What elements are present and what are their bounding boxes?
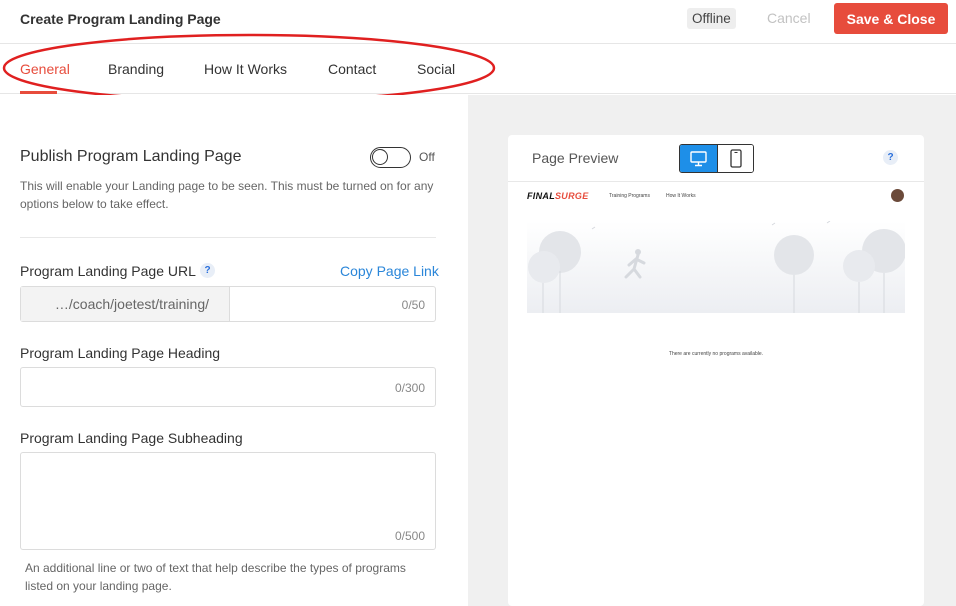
subheading-textarea[interactable]: 0/500	[20, 452, 436, 550]
mini-nav-how-it-works: How It Works	[666, 193, 696, 199]
subheading-counter: 0/500	[394, 529, 425, 543]
preview-card: Page Preview ? FINALSURGE Training Progr…	[508, 135, 924, 606]
url-input-group: …/coach/joetest/training/ 0/50	[20, 286, 436, 322]
publish-description: This will enable your Landing page to be…	[20, 179, 434, 211]
save-close-button[interactable]: Save & Close	[834, 3, 948, 34]
mobile-icon	[730, 149, 742, 168]
url-help-icon[interactable]: ?	[200, 263, 215, 278]
desktop-view-button[interactable]	[680, 145, 717, 172]
heading-counter: 0/300	[394, 381, 425, 395]
copy-page-link[interactable]: Copy Page Link	[340, 263, 439, 279]
tab-contact[interactable]: Contact	[328, 61, 376, 77]
preview-divider	[508, 181, 924, 182]
mini-logo-surge: SURGE	[555, 191, 589, 201]
url-prefix: …/coach/joetest/training/	[21, 287, 230, 321]
mini-nav-training: Training Programs	[609, 193, 650, 199]
page-title: Create Program Landing Page	[20, 11, 221, 27]
subheading-description: An additional line or two of text that h…	[25, 561, 406, 593]
header-bar: Create Program Landing Page Offline Canc…	[0, 0, 956, 44]
url-field-label: Program Landing Page URL	[20, 263, 196, 279]
hero-illustration	[527, 221, 905, 313]
cancel-button[interactable]: Cancel	[767, 10, 811, 26]
mini-logo-final: FINAL	[527, 191, 555, 201]
mini-avatar	[891, 189, 904, 202]
device-toggle	[679, 144, 754, 173]
toggle-state-label: Off	[419, 150, 435, 164]
mobile-view-button[interactable]	[717, 145, 753, 172]
toggle-knob	[372, 149, 388, 165]
tab-general[interactable]: General	[20, 61, 70, 77]
tab-branding[interactable]: Branding	[108, 61, 164, 77]
preview-panel: Page Preview ? FINALSURGE Training Progr…	[468, 95, 956, 606]
tab-bar: General Branding How It Works Contact So…	[0, 44, 956, 94]
preview-title: Page Preview	[532, 150, 619, 166]
publish-title: Publish Program Landing Page	[20, 148, 242, 165]
publish-toggle[interactable]	[370, 147, 411, 168]
status-badge: Offline	[687, 8, 736, 29]
active-tab-indicator	[20, 91, 57, 94]
mini-logo: FINALSURGE	[527, 191, 589, 201]
mini-empty-message: There are currently no programs availabl…	[668, 351, 764, 357]
section-divider	[20, 237, 436, 238]
url-counter: 0/50	[401, 298, 425, 312]
form-panel: Publish Program Landing Page Off This wi…	[0, 95, 468, 606]
heading-input[interactable]: 0/300	[20, 367, 436, 407]
tab-how-it-works[interactable]: How It Works	[204, 61, 287, 77]
heading-field-label: Program Landing Page Heading	[20, 345, 221, 361]
subheading-field-label: Program Landing Page Subheading	[20, 430, 243, 446]
preview-help-icon[interactable]: ?	[883, 150, 898, 165]
tab-social[interactable]: Social	[417, 61, 455, 77]
desktop-icon	[690, 151, 707, 167]
